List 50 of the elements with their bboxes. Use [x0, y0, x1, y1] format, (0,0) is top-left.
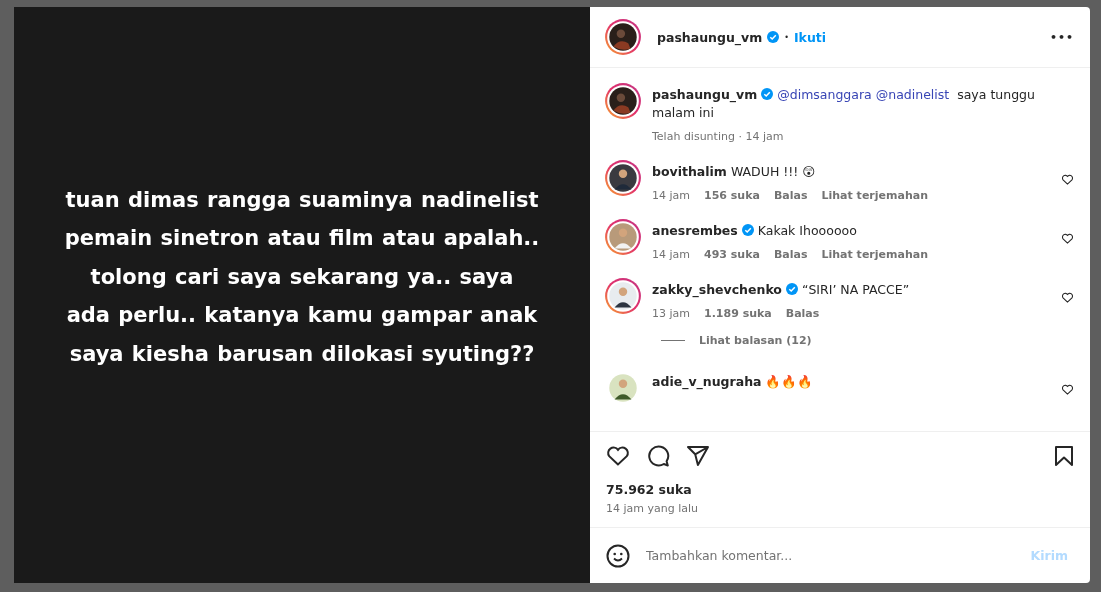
comment-icon[interactable] — [646, 444, 670, 468]
username[interactable]: zakky_shevchenko — [652, 282, 782, 297]
like-count[interactable]: 156 suka — [704, 189, 760, 202]
mention-link[interactable]: @dimsanggara — [777, 87, 872, 102]
reply-link[interactable]: Balas — [773, 189, 808, 202]
like-count[interactable]: 75.962 suka — [590, 476, 1090, 497]
view-replies-link[interactable]: Lihat balasan (12) — [699, 334, 812, 347]
reply-link[interactable]: Balas — [785, 307, 820, 320]
heart-icon[interactable] — [1061, 173, 1074, 186]
translate-link[interactable]: Lihat terjemahan — [821, 189, 928, 202]
like-count[interactable]: 1.189 suka — [704, 307, 772, 320]
heart-icon[interactable] — [1061, 291, 1074, 304]
caption-text: pashaungu_vm @dimsanggara @nadinelist saya tunggu malam ini — [652, 86, 1036, 122]
heart-icon[interactable] — [606, 444, 630, 468]
comment-time: 14 jam — [652, 248, 690, 261]
comment-time: 14 jam — [652, 189, 690, 202]
verified-badge-icon — [785, 283, 798, 295]
bookmark-icon[interactable] — [1052, 444, 1076, 468]
post-text: tuan dimas rangga suaminya nadinelist pemain sinetron atau film atau apalah.. tolong cari saya sekarang ya.. saya ada perlu.. katanya kamu gampar anak saya kiesha barusan dilokasi syuting?? — [64, 186, 540, 368]
username[interactable]: adie_v_nugraha — [652, 374, 762, 389]
comment-input[interactable]: Tambahkan komentar... — [644, 547, 1011, 564]
reply-link[interactable]: Balas — [773, 248, 808, 261]
post-time: 14 jam yang lalu — [605, 501, 700, 517]
avatar[interactable] — [604, 18, 642, 56]
verified-badge-icon — [741, 224, 754, 236]
comment-text: WADUH !!! 😲 — [730, 164, 816, 179]
emoji-icon[interactable] — [606, 543, 630, 568]
comment-text: “SIRI’ NA PACCE” — [801, 282, 910, 297]
avatar[interactable] — [604, 277, 642, 315]
username[interactable]: pashaungu_vm — [652, 87, 758, 102]
username[interactable]: bovithalim — [652, 164, 727, 179]
username[interactable]: anesrembes — [652, 223, 738, 238]
heart-icon[interactable] — [1061, 383, 1074, 396]
comment-text: 🔥🔥🔥 — [765, 374, 814, 389]
avatar[interactable] — [604, 159, 642, 197]
share-icon[interactable] — [686, 444, 710, 468]
mention-link[interactable]: @nadinelist — [875, 87, 950, 102]
comment-time: 13 jam — [652, 307, 690, 320]
follow-button[interactable]: Ikuti — [793, 29, 827, 45]
verified-badge-icon — [761, 88, 774, 100]
like-count[interactable]: 493 suka — [704, 248, 760, 261]
verified-badge-icon — [767, 31, 780, 43]
avatar[interactable] — [604, 82, 642, 120]
edited-time: Telah disunting · 14 jam — [652, 130, 784, 143]
heart-icon[interactable] — [1061, 232, 1074, 245]
comment-text: Kakak Ihoooooo — [757, 223, 857, 238]
separator: • — [784, 32, 789, 42]
translate-link[interactable]: Lihat terjemahan — [821, 248, 928, 261]
more-options-button[interactable]: ••• — [1049, 30, 1074, 44]
username[interactable]: pashaungu_vm — [657, 29, 763, 45]
